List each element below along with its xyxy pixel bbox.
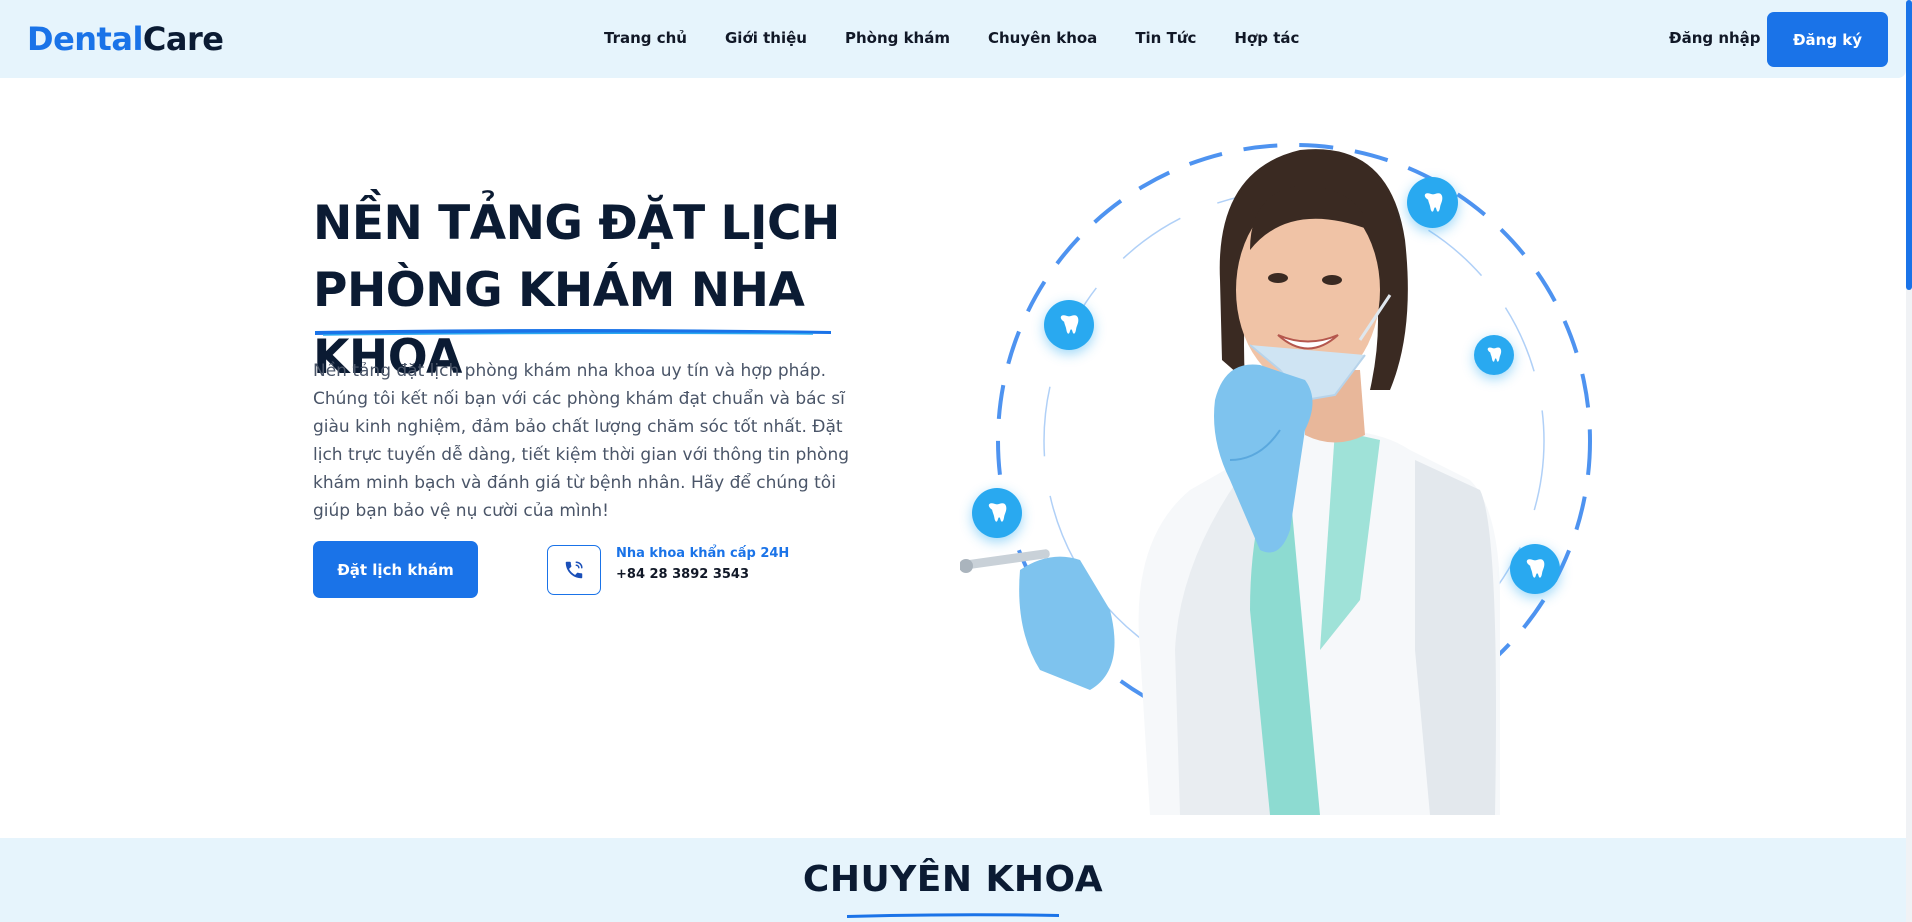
nav-link-home[interactable]: Trang chủ [604, 27, 687, 49]
page-scrollbar-thumb[interactable] [1906, 0, 1912, 290]
specialty-section: CHUYÊN KHOA [0, 838, 1906, 922]
nav-link-news[interactable]: Tin Tức [1135, 27, 1196, 49]
nav-link-partners[interactable]: Hợp tác [1234, 27, 1299, 49]
specialty-title: CHUYÊN KHOA [802, 859, 1104, 900]
tooth-icon [988, 503, 1007, 522]
tooth-badge-left-lower [972, 488, 1022, 538]
tooth-icon [1424, 192, 1442, 212]
hero-illustration [959, 130, 1610, 815]
tooth-badge-right-lower [1510, 544, 1560, 594]
book-appointment-button[interactable]: Đặt lịch khám [313, 541, 478, 598]
specialty-title-underline [847, 913, 1059, 918]
brand-logo-part2: Care [142, 20, 224, 58]
hero-title-line1: NỀN TẢNG ĐẶT LỊCH [313, 196, 840, 251]
top-navbar: DentalCare Trang chủ Giới thiệu Phòng kh… [0, 0, 1906, 78]
emergency-label: Nha khoa khẩn cấp 24H [616, 546, 790, 561]
hero-title-underline [315, 329, 831, 336]
tooth-icon [1060, 315, 1079, 334]
brand-logo-part1: Dental [27, 20, 143, 58]
main-menu: Trang chủ Giới thiệu Phòng khám Chuyên k… [604, 27, 1337, 49]
tooth-badge-left-upper [1044, 300, 1094, 350]
dentist-image [959, 143, 1592, 815]
phone-call-icon [565, 561, 583, 579]
emergency-phone-number[interactable]: +84 28 3892 3543 [616, 566, 749, 584]
emergency-phone-button[interactable] [547, 545, 601, 595]
signup-button[interactable]: Đăng ký [1767, 12, 1888, 67]
hero-description: Nền tảng đặt lịch phòng khám nha khoa uy… [313, 361, 850, 521]
nav-link-clinics[interactable]: Phòng khám [845, 27, 950, 49]
tooth-badge-right-upper [1474, 335, 1514, 375]
tooth-icon [1526, 559, 1545, 578]
login-link[interactable]: Đăng nhập [1669, 27, 1761, 49]
tooth-icon [1487, 347, 1502, 362]
nav-link-about[interactable]: Giới thiệu [725, 27, 807, 49]
tooth-badge-top [1407, 177, 1458, 228]
brand-logo[interactable]: DentalCare [27, 18, 224, 60]
nav-link-specialties[interactable]: Chuyên khoa [988, 27, 1097, 49]
